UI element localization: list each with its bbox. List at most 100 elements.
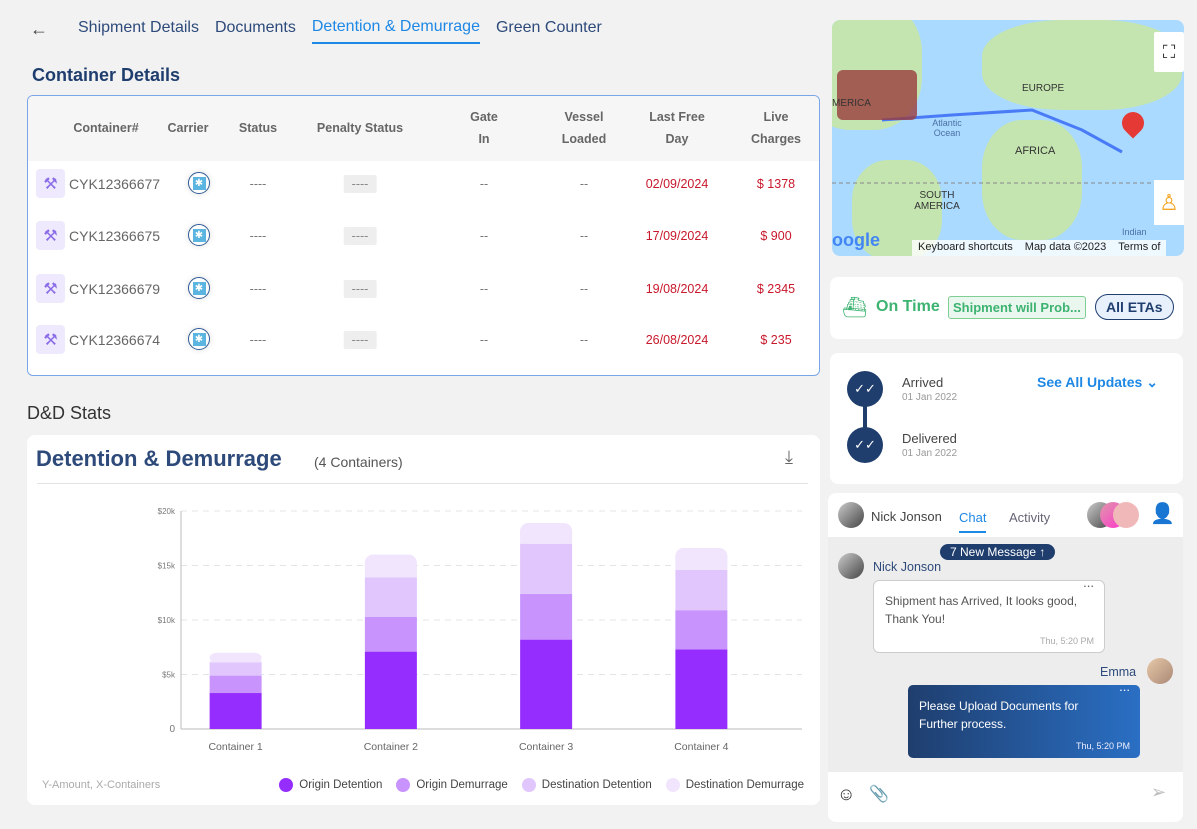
- vessel-loaded-cell: --: [579, 177, 589, 191]
- carrier-logo-icon: ✱: [188, 224, 210, 246]
- legend-item[interactable]: Origin Demurrage: [396, 778, 508, 792]
- terms-link[interactable]: Terms of: [1118, 241, 1160, 255]
- google-logo: oogle: [832, 230, 880, 250]
- chart-svg: 0 $5k $10k $15k $20k Container 1 Container 2 Co…: [158, 507, 802, 753]
- bar-segment: [520, 543, 573, 594]
- map-label: Atlantic Ocean: [932, 118, 962, 138]
- table-row[interactable]: ⚒ CYK12366679 ✱ ---- ---- -- -- 19/08/202…: [28, 266, 819, 318]
- last-free-day-cell: 26/08/2024: [645, 333, 709, 347]
- penalty-status-badge: ----: [343, 175, 377, 193]
- col-penalty: Penalty Status: [316, 121, 404, 135]
- last-free-day-cell: 17/09/2024: [645, 229, 709, 243]
- penalty-status-badge: ----: [343, 280, 377, 298]
- table-row[interactable]: ⚒ CYK12366675 ✱ ---- ---- -- -- 17/09/202…: [28, 213, 819, 265]
- bar-segment: [520, 639, 573, 729]
- legend-label: Origin Demurrage: [416, 779, 508, 791]
- axis-note: Y-Amount, X-Containers: [42, 779, 161, 791]
- x-tick-label: Container 1: [208, 741, 262, 753]
- emoji-icon[interactable]: ☺: [837, 784, 855, 805]
- update-date: 01 Jan 2022: [902, 448, 958, 459]
- avatar: [1147, 658, 1173, 684]
- map-label: MERICA: [832, 98, 871, 109]
- update-label: Arrived: [902, 375, 944, 390]
- bar-segment: [675, 556, 728, 570]
- status-cell: ----: [249, 177, 267, 191]
- message-time: Thu, 5:20 PM: [1075, 741, 1130, 751]
- new-message-button[interactable]: 7 New Message ↑: [940, 544, 1056, 560]
- live-charges-cell: $ 900: [760, 229, 792, 243]
- legend-item[interactable]: Destination Demurrage: [665, 778, 804, 792]
- map-data-text: Map data ©2023: [1024, 241, 1107, 253]
- tab-shipment-details[interactable]: Shipment Details: [78, 15, 199, 43]
- add-user-icon[interactable]: 👤: [1150, 501, 1175, 526]
- avatar: [838, 553, 864, 579]
- keyboard-shortcuts-link[interactable]: Keyboard shortcuts: [918, 241, 1013, 255]
- col-status: Status: [238, 121, 278, 135]
- vessel-loaded-cell: --: [579, 229, 589, 243]
- tab-documents[interactable]: Documents: [215, 15, 296, 43]
- updates-card: ✓✓ ✓✓ Arrived 01 Jan 2022 Delivered 01 J…: [830, 353, 1183, 484]
- bar-segment: [675, 610, 728, 650]
- container-id[interactable]: CYK12366679: [69, 281, 160, 297]
- x-tick-label: Container 2: [364, 741, 418, 753]
- message-sender: Nick Jonson: [873, 560, 942, 574]
- penalty-status-badge: ----: [343, 331, 377, 349]
- all-etas-button[interactable]: All ETAs: [1095, 294, 1174, 320]
- message-input[interactable]: ☺ 📎 ➢: [828, 772, 1183, 822]
- check-icon: ✓✓: [847, 427, 883, 463]
- container-id[interactable]: CYK12366674: [69, 332, 160, 348]
- status-cell: ----: [249, 229, 267, 243]
- attachment-icon[interactable]: 📎: [869, 784, 889, 804]
- container-id[interactable]: CYK12366675: [69, 228, 160, 244]
- gate-in-cell: --: [479, 229, 489, 243]
- see-all-updates-link[interactable]: See All Updates ⌄: [1037, 374, 1158, 391]
- ship-icon: [837, 70, 917, 120]
- bar-segment: [364, 562, 417, 578]
- more-icon[interactable]: ...: [1119, 679, 1130, 694]
- vessel-loaded-cell: --: [579, 282, 589, 296]
- status-cell: ----: [249, 282, 267, 296]
- container-cell: ⚒ CYK12366675: [36, 221, 160, 250]
- carrier-logo-icon: ✱: [188, 172, 210, 194]
- status-cell: ----: [249, 333, 267, 347]
- y-tick-label: $10k: [158, 616, 176, 625]
- message-time: Thu, 5:20 PM: [1039, 636, 1094, 646]
- check-icon: ✓✓: [847, 371, 883, 407]
- gate-in-cell: --: [479, 177, 489, 191]
- live-charges-cell: $ 2345: [756, 282, 796, 296]
- legend-item[interactable]: Origin Detention: [279, 778, 382, 792]
- fullscreen-icon[interactable]: ⛶: [1154, 32, 1184, 72]
- see-all-updates-label: See All Updates: [1037, 374, 1143, 390]
- container-id[interactable]: CYK12366677: [69, 176, 160, 192]
- legend-item[interactable]: Destination Detention: [521, 778, 652, 792]
- bar-segment: [209, 675, 262, 694]
- tab-green-counter[interactable]: Green Counter: [496, 15, 602, 43]
- tab-chat[interactable]: Chat: [959, 510, 987, 533]
- bar-segment: [209, 660, 262, 663]
- map-label: Indian: [1122, 227, 1147, 237]
- penalty-status-badge: ----: [343, 227, 377, 245]
- more-icon[interactable]: ...: [1083, 575, 1094, 590]
- y-tick-label: $5k: [162, 671, 176, 680]
- avatar: [838, 502, 864, 528]
- message-sender: Emma: [1100, 665, 1137, 679]
- map-label: SOUTH AMERICA: [914, 190, 960, 212]
- pegman-icon[interactable]: ♙: [1154, 180, 1184, 225]
- chevron-down-icon: ⌄: [1146, 374, 1158, 390]
- back-arrow-icon[interactable]: ←: [30, 19, 48, 40]
- legend-swatch: [665, 778, 680, 792]
- bar-segment: [364, 577, 417, 617]
- update-date: 01 Jan 2022: [902, 392, 958, 403]
- tab-detention-demurrage[interactable]: Detention & Demurrage: [311, 14, 480, 44]
- eta-status: On Time: [876, 298, 940, 315]
- tab-activity[interactable]: Activity: [1009, 510, 1050, 525]
- table-row[interactable]: ⚒ CYK12366674 ✱ ---- ---- -- -- 26/08/202…: [28, 317, 819, 369]
- live-charges-cell: $ 1378: [756, 177, 796, 191]
- send-icon[interactable]: ➢: [1151, 782, 1166, 803]
- eta-note[interactable]: Shipment will Prob...: [948, 296, 1086, 319]
- table-row[interactable]: ⚒ CYK12366677 ✱ ---- ---- -- -- 02/09/202…: [28, 161, 819, 213]
- bar-segment: [364, 651, 417, 729]
- legend-label: Destination Demurrage: [685, 779, 804, 791]
- col-container: Container#: [73, 121, 139, 135]
- map[interactable]: MERICA EUROPE AFRICA SOUTH AMERICA Atlan…: [832, 20, 1184, 256]
